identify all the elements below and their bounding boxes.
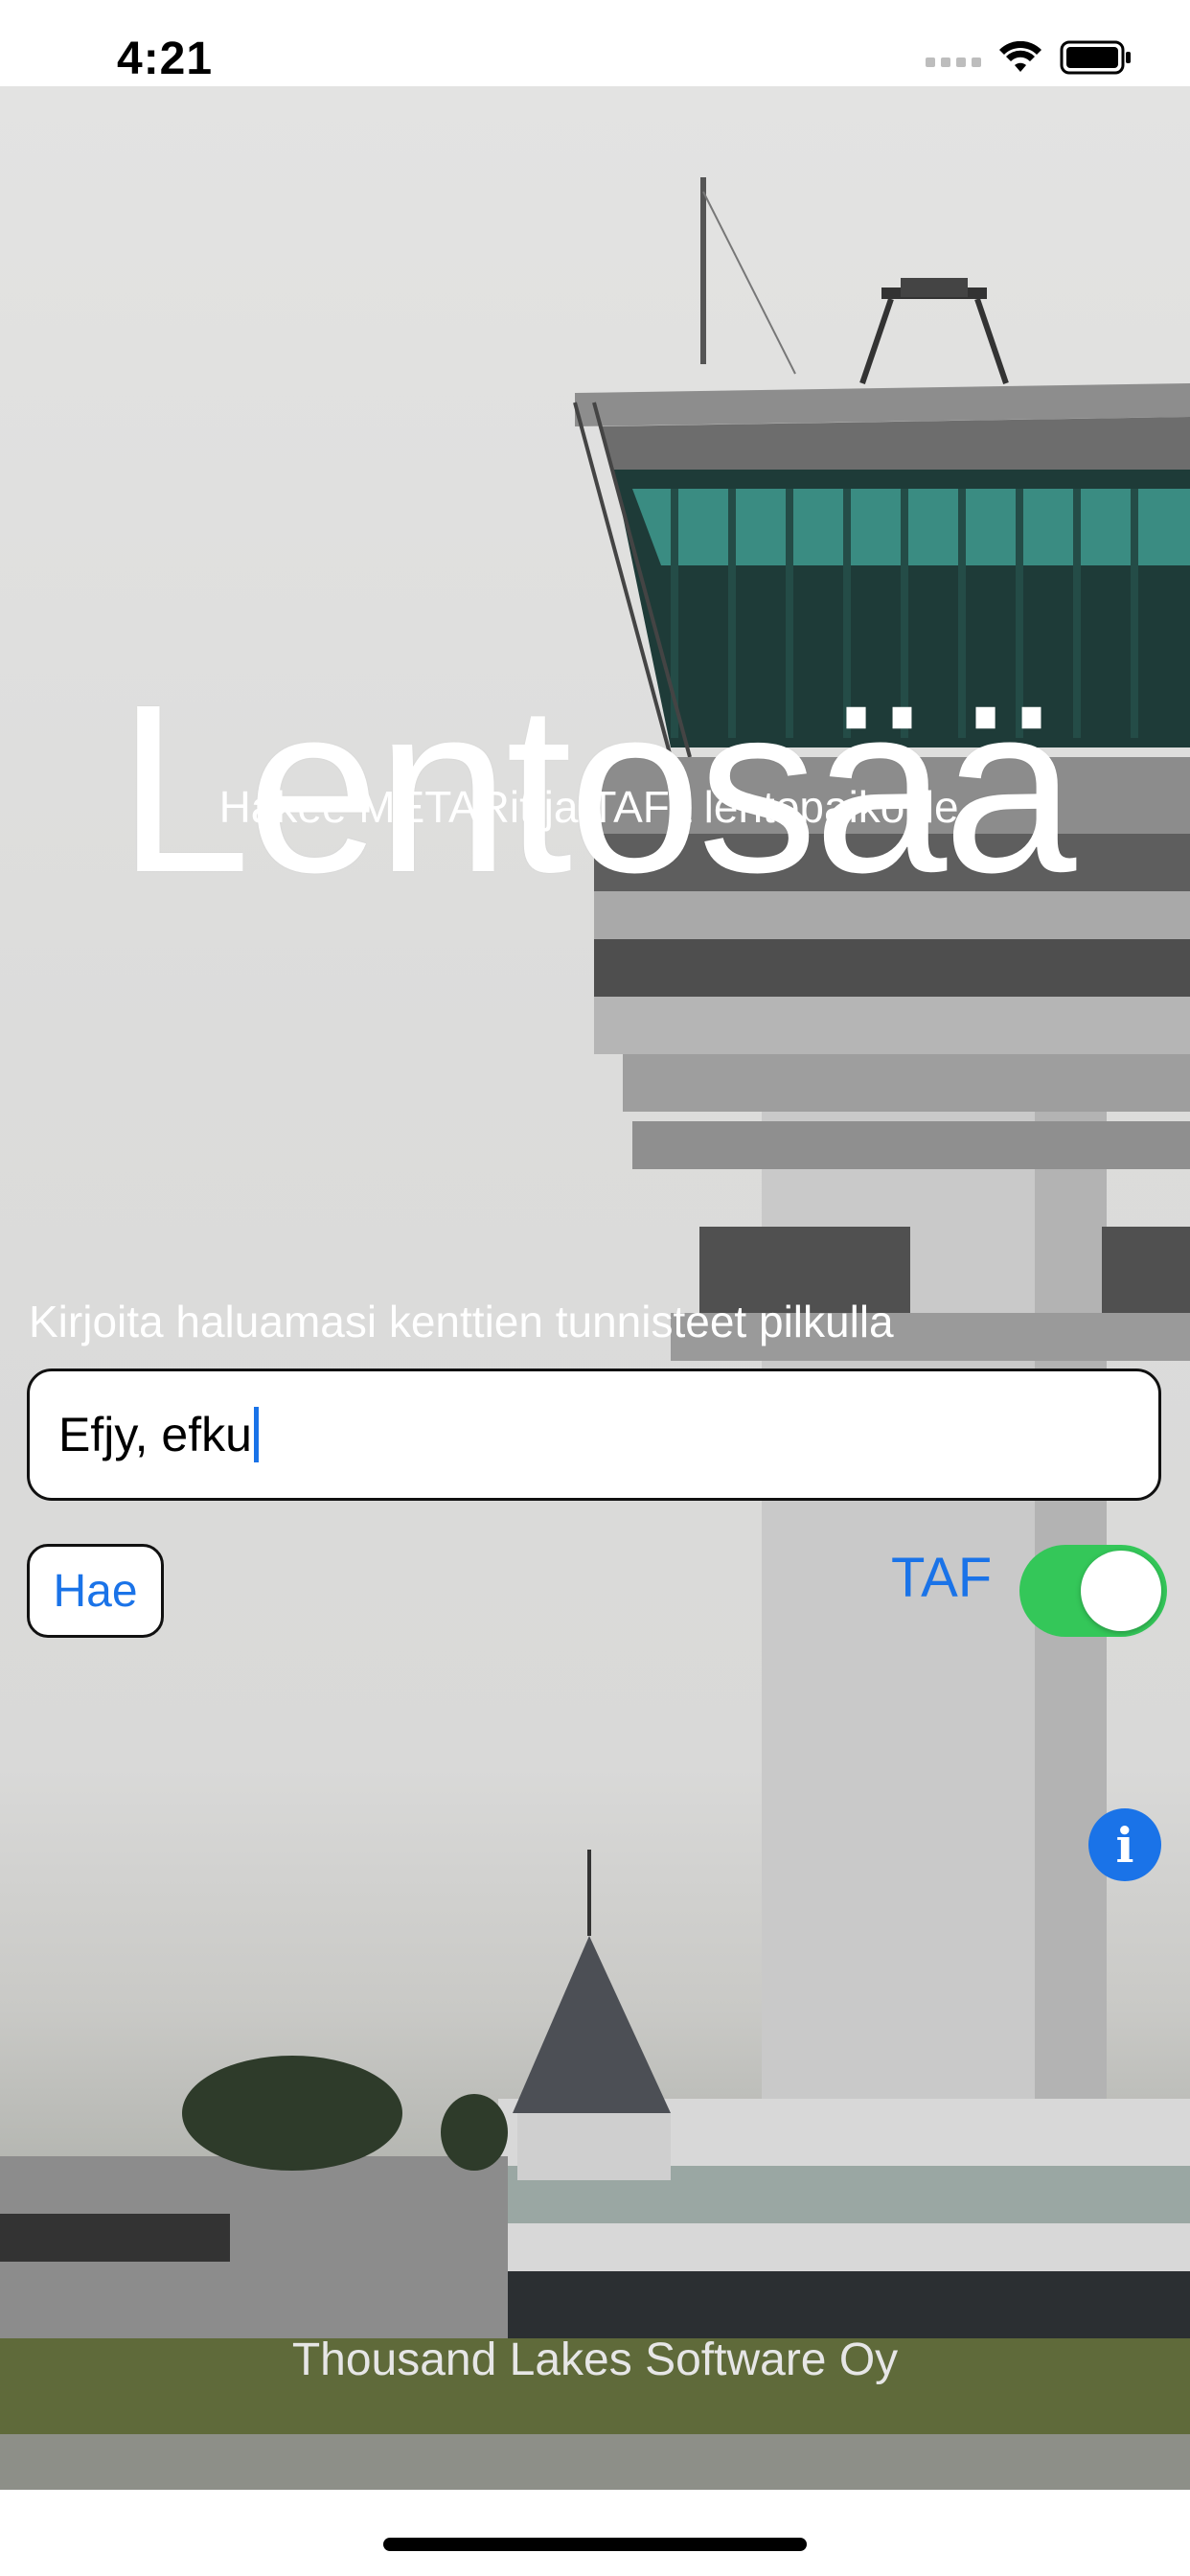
status-icons	[926, 38, 1133, 77]
app-subtitle: Hakee METARit ja TAFit lentopaikoille.	[218, 782, 972, 832]
info-button[interactable]: i	[1088, 1808, 1161, 1881]
home-indicator[interactable]	[383, 2538, 807, 2551]
info-icon: i	[1115, 1816, 1134, 1874]
search-button[interactable]: Hae	[27, 1544, 164, 1638]
battery-icon	[1060, 40, 1133, 75]
status-bar: 4:21	[0, 0, 1190, 86]
status-time: 4:21	[117, 34, 214, 84]
taf-toggle-label: TAF	[891, 1547, 993, 1609]
wifi-icon	[998, 41, 1042, 74]
text-caret	[253, 1407, 259, 1462]
airport-codes-input[interactable]: Efjy, efku	[27, 1368, 1161, 1501]
toggle-knob	[1081, 1551, 1161, 1631]
control-tower-illustration	[0, 177, 1190, 2490]
company-footer: Thousand Lakes Software Oy	[291, 2334, 899, 2385]
cellular-signal-icon	[926, 48, 981, 67]
airport-codes-input-value: Efjy, efku	[58, 1408, 252, 1461]
background-photo: Lentosää Hakee METARit ja TAFit lentopai…	[0, 86, 1190, 2490]
taf-toggle[interactable]	[1019, 1545, 1167, 1637]
home-area	[0, 2490, 1190, 2576]
